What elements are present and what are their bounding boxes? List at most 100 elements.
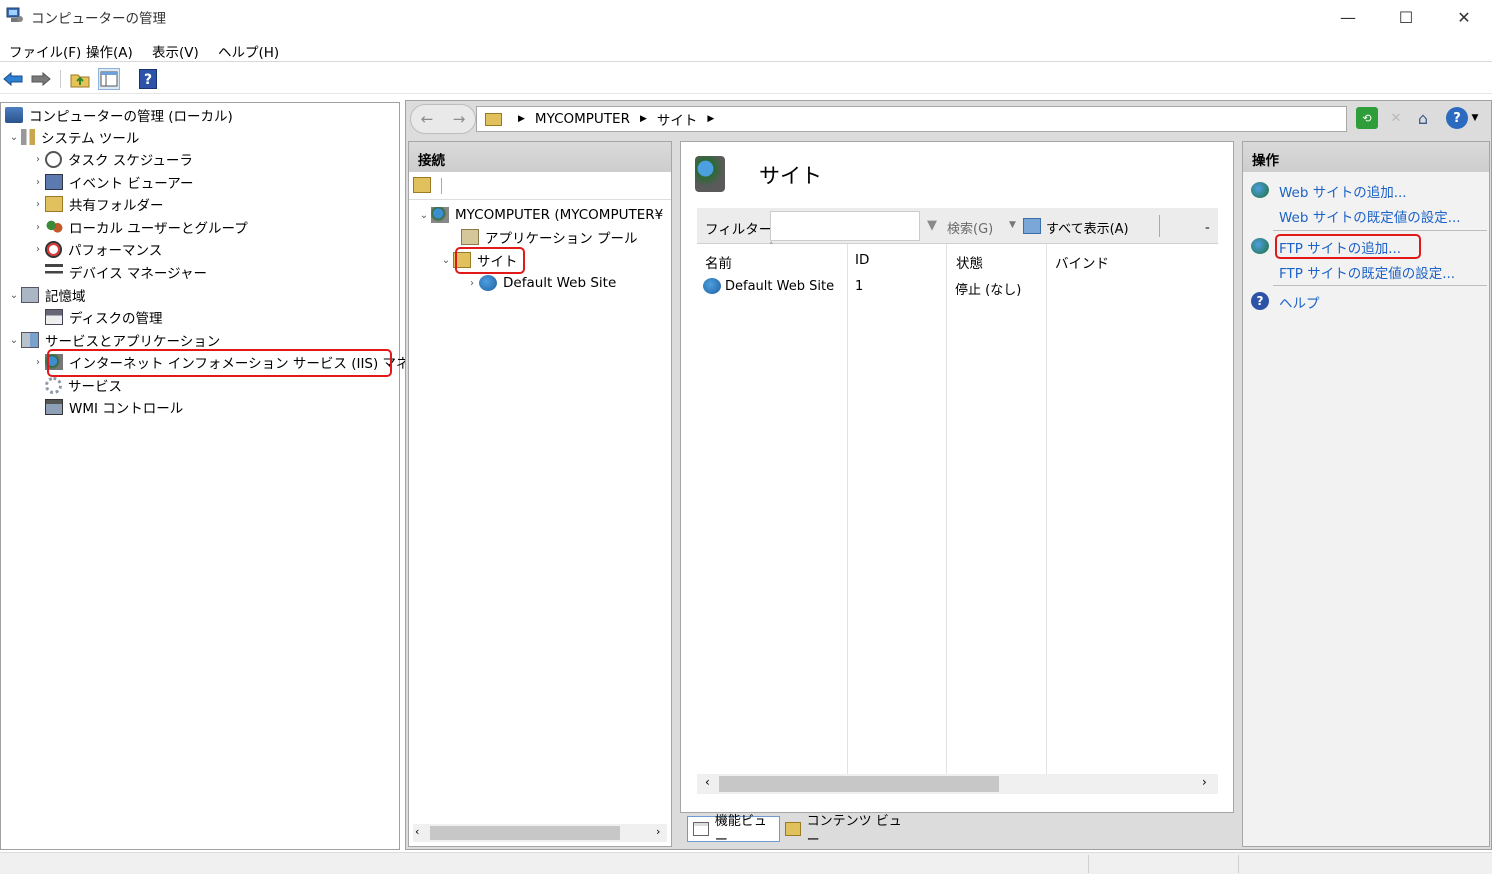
tree-wmi-label: WMI コントロール — [69, 401, 184, 417]
conn-server-node[interactable]: ⌄ MYCOMPUTER (MYCOMPUTER¥ — [417, 204, 663, 226]
column-name[interactable]: 名前 — [705, 252, 732, 272]
disk-icon — [45, 309, 63, 325]
chevron-right-icon[interactable]: › — [31, 244, 45, 255]
iis-help-icon[interactable]: ? — [1446, 107, 1468, 129]
folder-up-icon — [70, 74, 90, 88]
toolbar-separator — [441, 178, 442, 194]
chevron-down-icon[interactable]: ⌄ — [7, 290, 21, 301]
help-link[interactable]: ヘルプ — [1279, 292, 1320, 312]
back-button[interactable] — [2, 68, 24, 90]
tab-feature-view[interactable]: 機能ビュー — [687, 814, 780, 848]
back-arrow-icon — [3, 71, 23, 87]
breadcrumb[interactable]: ▶ MYCOMPUTER ▶ サイト ▶ — [476, 106, 1347, 132]
scroll-right-icon[interactable]: › — [656, 825, 660, 838]
tree-device-manager[interactable]: デバイス マネージャー — [45, 261, 207, 283]
website-defaults-link[interactable]: Web サイトの既定値の設定... — [1279, 206, 1461, 226]
tree-root[interactable]: コンピューターの管理 (ローカル) — [5, 104, 233, 126]
iis-forward-icon[interactable]: → — [453, 110, 466, 128]
add-website-icon — [1251, 182, 1269, 198]
scroll-right-icon[interactable]: › — [1202, 775, 1207, 789]
show-all-icon — [1023, 218, 1041, 234]
minimize-button[interactable]: — — [1319, 0, 1377, 34]
tab-content-view[interactable]: コンテンツ ビュー — [782, 814, 912, 848]
computer-management-icon — [5, 107, 23, 123]
dropdown-icon[interactable]: ▼ — [1469, 107, 1481, 129]
show-all-button[interactable]: すべて表示(A) — [1046, 218, 1129, 237]
chevron-right-icon[interactable]: › — [31, 199, 45, 210]
website-globe-icon — [479, 275, 497, 291]
search-button[interactable]: 検索(G) — [947, 218, 993, 237]
sites-hscrollbar[interactable]: ‹ › — [697, 774, 1218, 794]
chevron-right-icon[interactable]: › — [31, 177, 45, 188]
home-icon[interactable]: ⌂ — [1412, 107, 1434, 129]
toolbar-separator — [1159, 215, 1160, 237]
computer-management-icon — [6, 7, 23, 22]
tree-services-apps[interactable]: ⌄ サービスとアプリケーション — [7, 329, 220, 351]
cell-name: Default Web Site — [725, 279, 835, 294]
search-dropdown-icon[interactable]: ▼ — [1009, 220, 1016, 230]
connect-icon[interactable] — [413, 177, 431, 193]
connections-hscrollbar[interactable]: ‹ › — [413, 824, 667, 842]
conn-default-site[interactable]: › Default Web Site — [465, 272, 616, 294]
breadcrumb-sites[interactable]: サイト — [657, 109, 698, 129]
tab-feature-view-label: 機能ビュー — [714, 814, 767, 848]
add-website-link[interactable]: Web サイトの追加... — [1279, 181, 1407, 201]
scroll-thumb[interactable] — [719, 776, 999, 792]
help-toolbar-button[interactable]: ? — [137, 68, 159, 90]
tree-performance[interactable]: › パフォーマンス — [31, 238, 162, 260]
filter-input[interactable] — [770, 211, 920, 241]
table-row[interactable]: Default Web Site 1 停止 (なし) — [697, 275, 1218, 299]
menu-view[interactable]: 表示(V) — [152, 41, 199, 61]
up-folder-button[interactable] — [69, 68, 91, 90]
chevron-down-icon[interactable]: ⌄ — [417, 210, 431, 221]
close-button[interactable]: ✕ — [1435, 0, 1492, 34]
chevron-right-icon[interactable]: › — [31, 154, 45, 165]
tree-device-manager-label: デバイス マネージャー — [69, 266, 207, 282]
menu-file[interactable]: ファイル(F) — [9, 41, 81, 61]
scroll-left-icon[interactable]: ‹ — [705, 775, 710, 789]
tree-system-tools[interactable]: ⌄ システム ツール — [7, 126, 139, 148]
tree-task-scheduler[interactable]: › タスク スケジューラ — [31, 148, 193, 170]
users-icon — [45, 219, 63, 235]
chevron-right-icon[interactable]: › — [31, 357, 45, 368]
menu-action[interactable]: 操作(A) — [86, 41, 133, 61]
help-icon: ? — [1251, 292, 1269, 310]
divider — [1273, 230, 1487, 231]
chevron-down-icon[interactable]: ⌄ — [7, 132, 21, 143]
refresh-icon[interactable]: ⟲ — [1356, 107, 1378, 129]
maximize-button[interactable]: ☐ — [1377, 0, 1435, 34]
conn-server-label: MYCOMPUTER (MYCOMPUTER¥ — [455, 207, 664, 223]
tree-local-users[interactable]: › ローカル ユーザーとグループ — [31, 216, 248, 238]
breadcrumb-server[interactable]: MYCOMPUTER — [535, 111, 630, 127]
address-bar: ← → ▶ MYCOMPUTER ▶ サイト ▶ ⟲ ✕ ⌂ ? ▼ — [410, 104, 1488, 134]
conn-app-pools[interactable]: アプリケーション プール — [461, 226, 638, 248]
tree-disk-management[interactable]: ディスクの管理 — [45, 306, 163, 328]
column-binding[interactable]: バインド — [1055, 252, 1109, 272]
menu-help[interactable]: ヘルプ(H) — [218, 41, 279, 61]
tree-shared-folders[interactable]: › 共有フォルダー — [31, 193, 164, 215]
tree-services[interactable]: サービス — [45, 374, 122, 396]
tree-event-viewer[interactable]: › イベント ビューアー — [31, 171, 193, 193]
forward-button[interactable] — [30, 68, 52, 90]
chevron-down-icon[interactable]: ⌄ — [7, 335, 21, 346]
stop-icon[interactable]: ✕ — [1385, 107, 1407, 129]
chevron-right-icon[interactable]: › — [31, 222, 45, 233]
chevron-down-icon[interactable]: ⌄ — [439, 255, 453, 266]
chevron-right-icon[interactable]: › — [465, 278, 479, 289]
tree-storage[interactable]: ⌄ 記憶域 — [7, 284, 86, 306]
tree-disk-management-label: ディスクの管理 — [69, 311, 163, 327]
scroll-left-icon[interactable]: ‹ — [415, 825, 419, 838]
column-state[interactable]: 状態 — [956, 252, 983, 272]
forward-arrow-icon — [31, 71, 51, 87]
divider — [1273, 285, 1487, 286]
scroll-thumb[interactable] — [430, 826, 620, 840]
website-globe-icon — [703, 278, 721, 294]
overflow-icon[interactable]: ⁼ — [1205, 226, 1210, 236]
show-hide-console-tree-button[interactable] — [98, 68, 120, 90]
ftp-defaults-link[interactable]: FTP サイトの既定値の設定... — [1279, 262, 1455, 282]
column-id[interactable]: ID — [855, 252, 869, 268]
server-icon — [431, 207, 449, 223]
toolbar: ? — [0, 64, 1492, 94]
tree-wmi[interactable]: WMI コントロール — [45, 396, 183, 418]
iis-back-icon[interactable]: ← — [421, 110, 434, 128]
